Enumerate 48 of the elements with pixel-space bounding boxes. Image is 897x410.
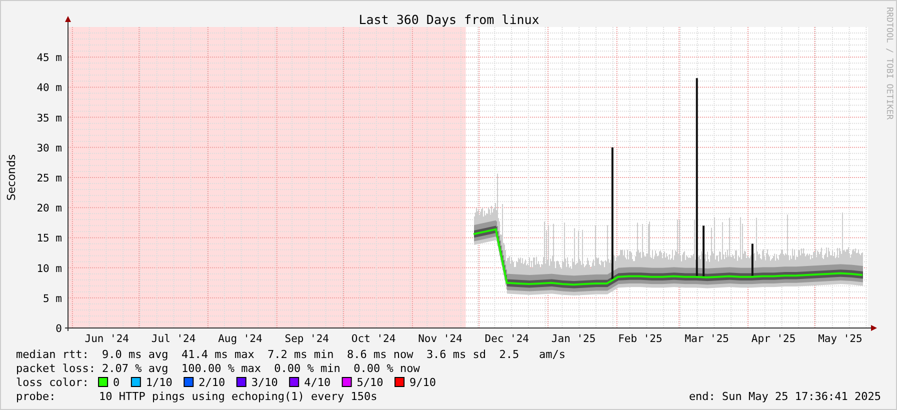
x-tick-label: Jun '24 <box>84 333 130 345</box>
legend-value: 9/10 <box>410 376 436 389</box>
legend-label: probe: <box>16 390 56 403</box>
legend-value: 8.6 ms now <box>347 348 414 361</box>
x-tick-label: May '25 <box>818 333 862 345</box>
y-axis-title: Seconds <box>5 154 18 201</box>
legend-value: 2/10 <box>198 376 226 389</box>
legend-value: 7.2 ms min <box>268 348 334 361</box>
end-time: end: Sun May 25 17:36:41 2025 <box>688 390 881 403</box>
chart-title: Last 360 Days from linux <box>358 12 540 27</box>
legend-label: packet loss: <box>16 362 96 375</box>
x-tick-label: Oct '24 <box>351 333 396 345</box>
y-tick-label: 20 m <box>36 202 62 215</box>
legend-label: median rtt: <box>16 348 89 361</box>
y-tick-label: 10 m <box>36 262 62 275</box>
legend-value: 3/10 <box>251 376 278 389</box>
y-tick-label: 15 m <box>36 232 62 245</box>
legend-value: 2.07 % avg <box>102 362 168 375</box>
x-tick-label: Apr '25 <box>751 333 796 345</box>
legend-value: 10 HTTP pings using echoping(1) every 150s <box>99 390 378 403</box>
legend-label: loss color: <box>16 376 89 389</box>
legend-value: 100.00 % max <box>182 362 261 375</box>
y-tick-label: 35 m <box>36 112 62 124</box>
legend-value: 1/10 <box>146 376 172 389</box>
legend-value: 2.5 am/s <box>499 348 566 361</box>
legend-value: 9.0 ms avg <box>102 348 168 361</box>
x-tick-label: Dec '24 <box>484 333 530 345</box>
y-tick-label: 0 <box>56 323 62 335</box>
y-tick-label: 25 m <box>36 172 62 184</box>
x-tick-label: Mar '25 <box>684 333 730 345</box>
x-tick-label: Aug '24 <box>218 333 262 345</box>
y-tick-label: 40 m <box>36 82 62 94</box>
legend-value: 0.00 % now <box>354 362 420 375</box>
legend-value: 41.4 ms max <box>182 348 254 361</box>
legend-value: 4/10 <box>304 376 331 389</box>
x-tick-label: Sep '24 <box>284 333 330 345</box>
y-tick-label: 5 m <box>43 292 62 305</box>
y-tick-label: 45 m <box>36 52 62 64</box>
legend-value: 0 <box>113 376 120 389</box>
y-tick-label: 30 m <box>36 142 62 154</box>
x-tick-label: Jan '25 <box>551 333 596 345</box>
x-tick-label: Feb '25 <box>618 333 662 345</box>
legend-value: 0.00 % min <box>274 362 340 375</box>
legend-value: 3.6 ms sd <box>426 348 486 361</box>
x-tick-label: Jul '24 <box>151 333 196 345</box>
legend-value: 5/10 <box>356 376 384 389</box>
credit-text: RRDTOOL / TOBI OETIKER <box>884 7 894 120</box>
x-tick-label: Nov '24 <box>418 333 462 345</box>
